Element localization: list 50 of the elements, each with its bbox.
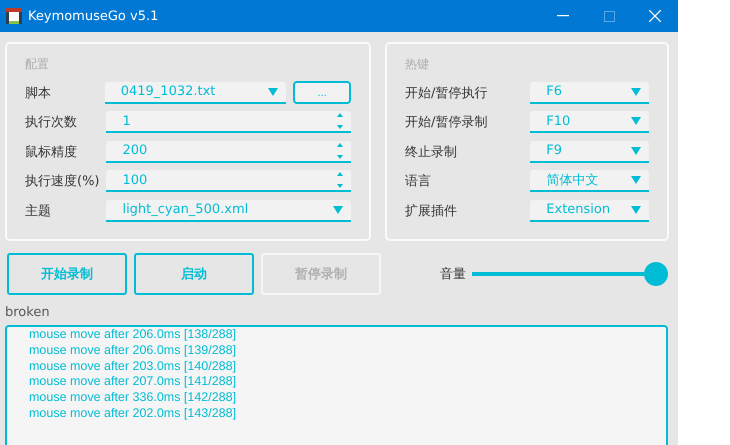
maximize-icon[interactable] [604, 10, 614, 22]
spin-arrows-icon [337, 142, 343, 160]
dropdown-select[interactable]: light_cyan_500.xml [106, 200, 351, 222]
window-title: KeymomuseGo v5.1 [28, 8, 160, 24]
dropdown-arrow-icon [631, 206, 641, 214]
field-label: 扩展插件 [405, 202, 458, 220]
volume-label: 音量 [440, 266, 466, 283]
dropdown-select[interactable]: 简体中文 [530, 170, 649, 192]
spin-arrows-icon [337, 171, 343, 190]
minimize-icon[interactable] [557, 15, 569, 17]
number-spinbox[interactable]: 1 [106, 111, 351, 134]
field-label: 脚本 [25, 84, 52, 102]
dropdown-arrow-icon [631, 88, 641, 96]
number-spinbox[interactable]: 100 [106, 170, 351, 192]
field-label: 主题 [25, 202, 52, 220]
field-label: 语言 [405, 173, 432, 190]
dropdown-arrow-icon [333, 206, 343, 214]
panel-title: 热键 [405, 56, 430, 73]
field-label: 开始/暂停录制 [405, 114, 488, 132]
dropdown-arrow-icon [268, 88, 278, 96]
action-button[interactable]: 开始录制 [7, 253, 127, 295]
volume-slider[interactable] [472, 272, 644, 276]
dropdown-select[interactable]: 0419_1032.txt [104, 82, 286, 104]
close-icon[interactable] [649, 10, 661, 22]
dropdown-arrow-icon [631, 117, 641, 126]
log-line: mouse move after 207.0ms [141/288] [29, 374, 238, 390]
status-text: broken [5, 305, 51, 322]
action-button[interactable]: 启动 [134, 253, 254, 295]
dropdown-arrow-icon [631, 146, 641, 155]
log-line: mouse move after 206.0ms [139/288] [29, 342, 238, 359]
field-label: 执行次数 [25, 114, 78, 132]
dropdown-select[interactable]: F10 [530, 111, 649, 134]
number-spinbox[interactable]: 200 [106, 140, 351, 163]
log-line: mouse move after 202.0ms [143/288] [29, 406, 238, 422]
dropdown-select[interactable]: Extension [530, 200, 649, 222]
dropdown-select[interactable]: F9 [530, 140, 649, 163]
slider-thumb[interactable] [644, 262, 668, 286]
dropdown-arrow-icon [631, 176, 641, 184]
log-line: mouse move after 203.0ms [140/288] [29, 358, 238, 374]
field-label: 开始/暂停执行 [405, 84, 488, 102]
spin-arrows-icon [337, 112, 343, 130]
field-label: 鼠标精度 [25, 144, 78, 161]
dropdown-select[interactable]: F6 [530, 82, 649, 104]
field-label: 执行速度(%) [25, 173, 100, 190]
log-line: mouse move after 336.0ms [142/288] [29, 390, 238, 406]
app-icon [6, 8, 22, 24]
browse-button[interactable]: ... [293, 81, 351, 104]
field-label: 终止录制 [405, 144, 458, 161]
panel-title: 配置 [25, 56, 50, 73]
log-line: mouse move after 206.0ms [138/288] [29, 327, 238, 343]
